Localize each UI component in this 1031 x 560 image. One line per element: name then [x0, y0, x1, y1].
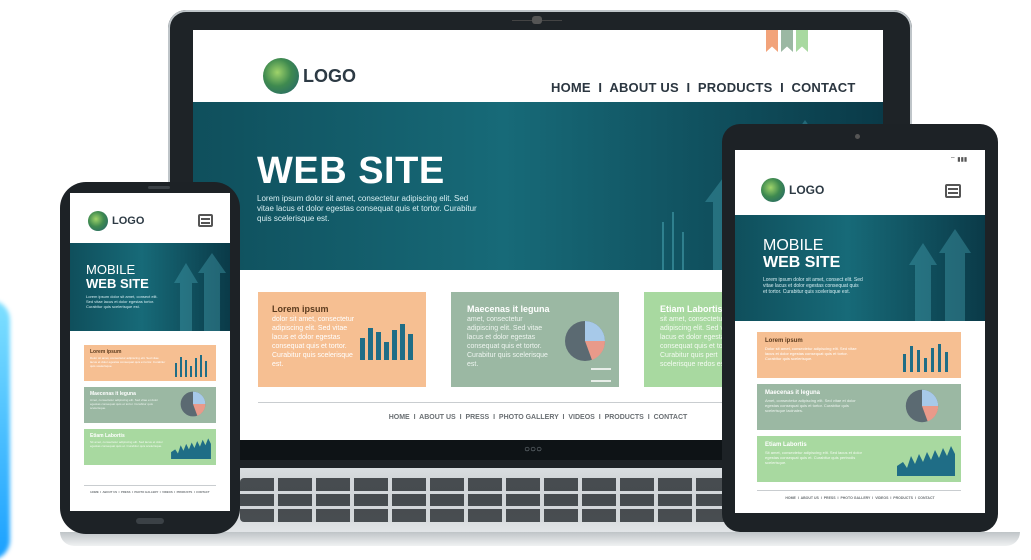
ribbon-bookmark — [781, 30, 793, 52]
card-title: Etiam Labortis — [660, 304, 723, 314]
feature-card[interactable]: Lorem ipsum dolor sit amet, consectetur … — [258, 292, 426, 387]
laptop-camera — [532, 16, 542, 24]
card-title: Lorem ipsum — [90, 349, 122, 355]
site-logo[interactable]: LOGO — [88, 211, 144, 231]
footer-nav[interactable]: HOME I ABOUT US I PRESS I PHOTO GALLERY … — [735, 496, 985, 500]
card-text: Amet, consectetur adipiscing elit. Sed v… — [765, 398, 856, 413]
pie-chart-icon — [905, 389, 939, 423]
hero-title-line1: MOBILE — [86, 262, 136, 277]
hero-title-line2: WEB SITE — [763, 254, 841, 271]
footer-divider — [757, 490, 961, 491]
hero-text: Lorem ipsum dolor sit amet, consectetur … — [257, 194, 477, 223]
status-bar-icons: ⌔ ▮▮▮ — [950, 157, 968, 163]
card-title: Maecenas it leguna — [467, 304, 550, 314]
laptop-base-edge — [60, 532, 1020, 546]
site-logo[interactable]: LOGO — [761, 178, 824, 202]
feature-card[interactable]: Maecenas it leguna Amet, consectetur adi… — [84, 387, 216, 423]
hero-banner: MOBILE WEB SITE Lorem ipsum dolor sit am… — [70, 243, 230, 331]
feature-card[interactable]: Maecenas it leguna amet, consectetur adi… — [451, 292, 619, 387]
tablet-camera — [855, 134, 860, 139]
card-text: Dolor sit amet, consectetur adipiscing e… — [90, 356, 166, 368]
bar-chart-icon — [901, 342, 953, 372]
card-text: amet, consectetur adipiscing elit. Sed v… — [467, 316, 548, 368]
hero-title: WEB SITE — [257, 150, 445, 192]
card-text: Sit amet, consectetur adipiscing elit. S… — [90, 440, 163, 448]
ribbon-bookmark — [796, 30, 808, 52]
growth-arrows-graphic — [909, 229, 971, 321]
logo-text: LOGO — [303, 65, 356, 86]
hero-text: Lorem ipsum dolor sit amet, consect elit… — [86, 294, 158, 309]
card-title: Maecenas it leguna — [90, 391, 136, 397]
area-chart-icon — [171, 438, 211, 459]
ribbon-bookmark — [766, 30, 778, 52]
hamburger-menu-icon[interactable] — [198, 214, 213, 227]
logo-text: LOGO — [789, 183, 825, 197]
area-chart-icon — [897, 446, 955, 476]
globe-icon — [761, 178, 785, 202]
phone-screen: LOGO MOBILE WEB SITE Lorem ipsum dolor s… — [70, 193, 230, 511]
bar-chart-icon — [174, 353, 210, 377]
pie-chart-icon — [565, 321, 606, 361]
hero-title-line2: WEB SITE — [86, 276, 149, 291]
phone-home-button — [136, 518, 164, 524]
logo-text: LOGO — [112, 215, 145, 227]
phone-speaker — [148, 186, 170, 189]
pie-chart-icon — [180, 391, 206, 417]
feature-card[interactable]: Lorem ipsum Dolor sit amet, consectetur … — [84, 345, 216, 381]
card-title: Maecenas it leguna — [765, 390, 821, 396]
growth-arrows-graphic — [174, 253, 226, 331]
tablet-screen: ⌔ ▮▮▮ LOGO MOBILE WEB SITE Lorem ipsum d… — [735, 150, 985, 513]
feature-card[interactable]: Etiam Labortis Sit amet, consectetur adi… — [84, 429, 216, 465]
globe-icon — [263, 58, 299, 94]
footer-divider — [84, 485, 216, 486]
hero-banner: MOBILE WEB SITE Lorem ipsum dolor sit am… — [735, 215, 985, 321]
card-title: Lorem ipsum — [272, 304, 329, 314]
card-text: dolor sit amet, consectetur adipiscing e… — [272, 316, 355, 368]
card-text: Sit amet, consectetur adipiscing elit. S… — [765, 450, 862, 465]
card-text: Dolor sit amet, consectetur adipiscing e… — [765, 346, 857, 361]
site-logo[interactable]: LOGO — [263, 58, 356, 94]
feature-card[interactable]: Lorem ipsum Dolor sit amet, consectetur … — [757, 332, 961, 378]
list-icon — [591, 368, 611, 382]
slider-dots: ○○○ — [523, 444, 543, 455]
card-title: Etiam Labortis — [765, 442, 807, 448]
hero-title-line1: MOBILE — [763, 237, 824, 254]
hero-text: Lorem ipsum dolor sit amet, consect elit… — [763, 277, 863, 295]
feature-card[interactable]: Etiam Labortis Sit amet, consectetur adi… — [757, 436, 961, 482]
globe-icon — [88, 211, 108, 231]
decorative-glow — [0, 300, 10, 560]
feature-card[interactable]: Maecenas it leguna Amet, consectetur adi… — [757, 384, 961, 430]
card-text: Amet, consectetur adipiscing elit. Sed v… — [90, 398, 159, 410]
footer-nav[interactable]: HOME I ABOUT US I PRESS I PHOTO GALLERY … — [70, 490, 230, 494]
card-title: Lorem ipsum — [765, 338, 803, 344]
hamburger-menu-icon[interactable] — [945, 184, 961, 198]
card-title: Etiam Labortis — [90, 433, 125, 439]
bar-chart-icon — [358, 320, 418, 360]
main-nav[interactable]: HOME I ABOUT US I PRODUCTS I CONTACT — [551, 80, 856, 95]
